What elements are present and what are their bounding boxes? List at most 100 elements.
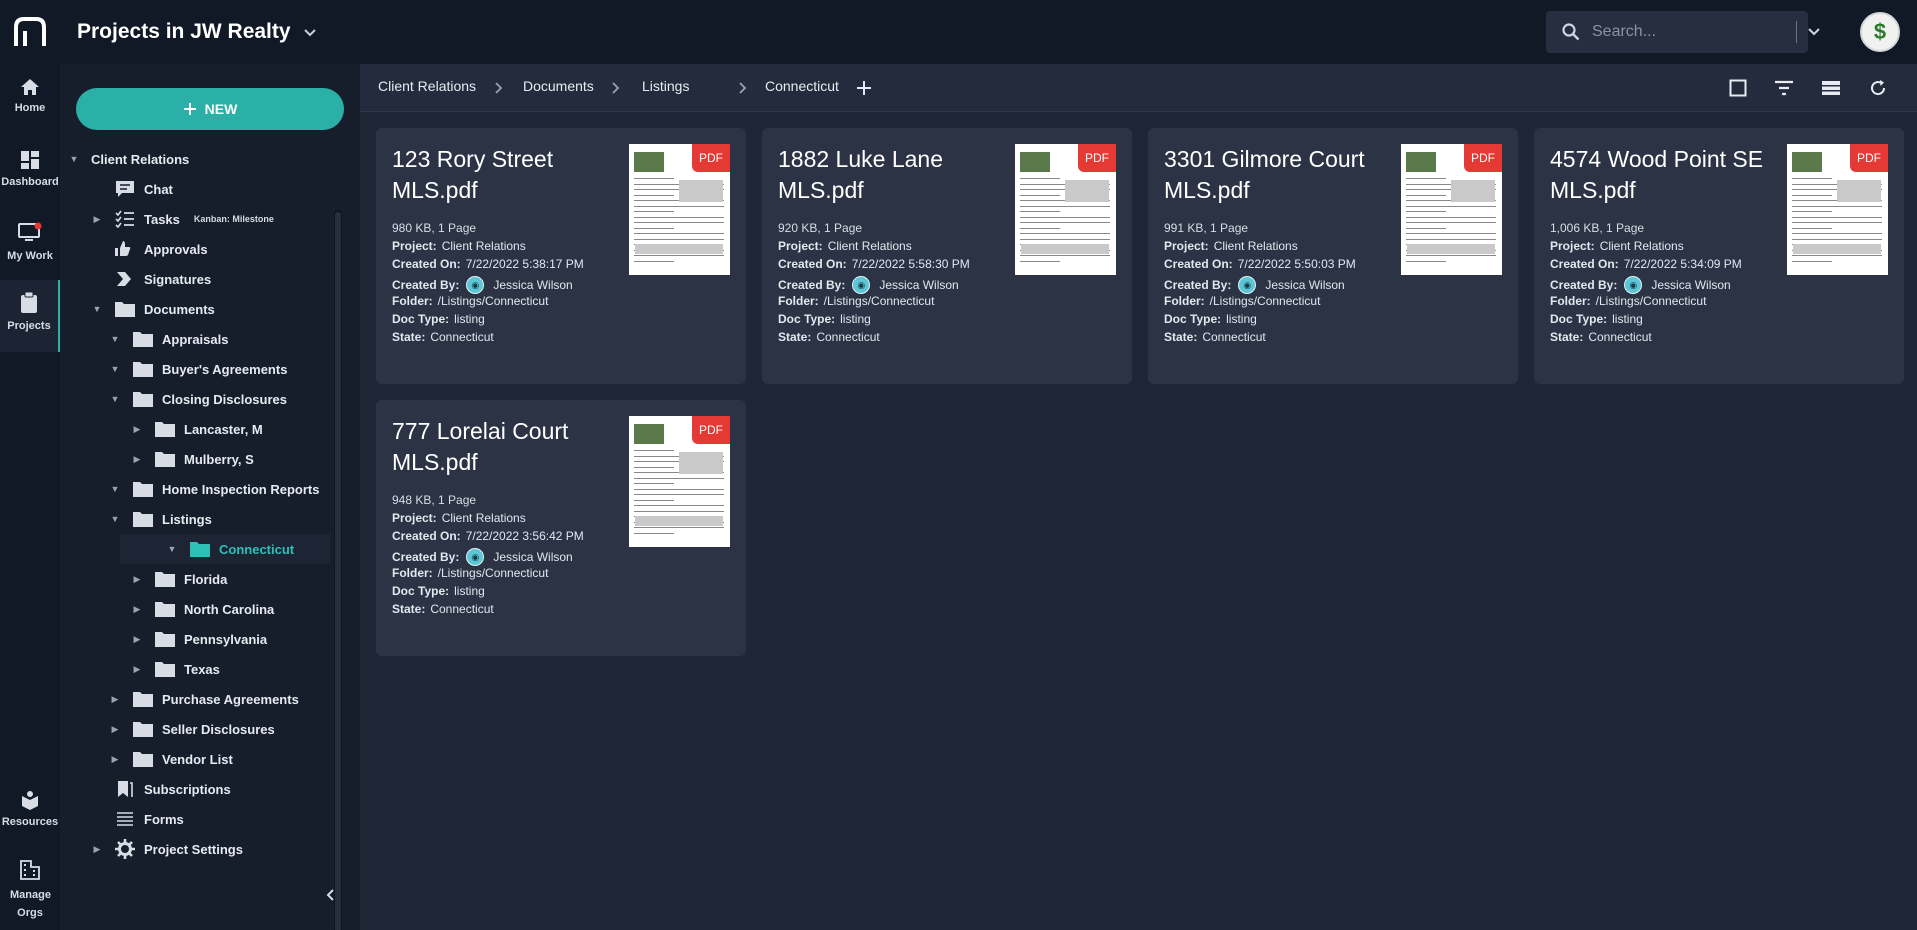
field-value[interactable]: /Listings/Connecticut xyxy=(1210,294,1321,308)
field-value[interactable]: /Listings/Connecticut xyxy=(1596,294,1707,308)
tree-item-project-settings[interactable]: ▶ Project Settings xyxy=(90,834,243,864)
expand-arrow-right-icon[interactable]: ▶ xyxy=(130,452,144,466)
tree-item-chat[interactable]: Chat xyxy=(90,174,173,204)
expand-arrow-right-icon[interactable]: ▶ xyxy=(108,752,122,766)
select-all-checkbox[interactable] xyxy=(1726,76,1750,100)
tree-item-subscriptions[interactable]: Subscriptions xyxy=(90,774,231,804)
tree-item-label: Purchase Agreements xyxy=(162,691,299,707)
expand-arrow-right-icon[interactable]: ▶ xyxy=(130,662,144,676)
field-project: Project: Client Relations xyxy=(1550,239,1684,253)
document-title[interactable]: 777 Lorelai Court MLS.pdf xyxy=(392,416,622,478)
expand-arrow-right-icon[interactable]: ▶ xyxy=(108,722,122,736)
tree-item-texas[interactable]: ▶ Texas xyxy=(130,654,220,684)
expand-arrow-right-icon[interactable]: ▶ xyxy=(130,632,144,646)
tree-item-label: Forms xyxy=(144,811,184,827)
expand-arrow-down-icon[interactable]: ▼ xyxy=(108,482,122,496)
tree-item-home-inspection-reports[interactable]: ▼ Home Inspection Reports xyxy=(108,474,319,504)
field-value[interactable]: /Listings/Connecticut xyxy=(438,566,549,580)
rail-resources[interactable]: Resources xyxy=(0,790,60,828)
tree-item-lancaster-m[interactable]: ▶ Lancaster, M xyxy=(130,414,263,444)
rail-dashboard[interactable]: Dashboard xyxy=(0,150,60,188)
document-card[interactable]: 4574 Wood Point SE MLS.pdf 1,006 KB, 1 Pa… xyxy=(1534,128,1904,384)
document-thumbnail[interactable]: PDF xyxy=(629,144,730,275)
field-label: State: xyxy=(392,330,426,344)
field-value[interactable]: /Listings/Connecticut xyxy=(824,294,935,308)
document-card[interactable]: 777 Lorelai Court MLS.pdf 948 KB, 1 Page P… xyxy=(376,400,746,656)
app-logo[interactable] xyxy=(0,0,60,64)
tree-item-pennsylvania[interactable]: ▶ Pennsylvania xyxy=(130,624,267,654)
document-thumbnail[interactable]: PDF xyxy=(1015,144,1116,275)
document-title[interactable]: 4574 Wood Point SE MLS.pdf xyxy=(1550,144,1780,206)
expand-arrow-down-icon[interactable]: ▼ xyxy=(108,512,122,526)
document-thumbnail[interactable]: PDF xyxy=(1401,144,1502,275)
expand-arrow-right-icon[interactable]: ▶ xyxy=(130,422,144,436)
rail-projects[interactable]: Projects xyxy=(0,280,60,352)
tree-item-seller-disclosures[interactable]: ▶ Seller Disclosures xyxy=(108,714,275,744)
home-icon xyxy=(21,79,39,95)
expand-arrow-right-icon[interactable]: ▶ xyxy=(130,602,144,616)
thumbnail-text-line xyxy=(1406,194,1446,196)
tree-item-label: North Carolina xyxy=(184,601,275,617)
tree-item-florida[interactable]: ▶ Florida xyxy=(130,564,227,594)
tree-item-closing-disclosures[interactable]: ▼ Closing Disclosures xyxy=(108,384,287,414)
expand-arrow-down-icon[interactable]: ▼ xyxy=(108,392,122,406)
expand-arrow-right-icon[interactable]: ▶ xyxy=(90,212,104,226)
tree-item-appraisals[interactable]: ▼ Appraisals xyxy=(108,324,228,354)
expand-arrow-right-icon[interactable]: ▶ xyxy=(130,572,144,586)
rail-label: Manage Orgs xyxy=(10,889,51,919)
breadcrumb-item[interactable]: Documents xyxy=(523,78,594,94)
document-card[interactable]: 1882 Luke Lane MLS.pdf 920 KB, 1 Page Proj… xyxy=(762,128,1132,384)
thumbnail-block xyxy=(679,452,723,474)
tree-item-approvals[interactable]: Approvals xyxy=(90,234,208,264)
tree-item-documents[interactable]: ▼ Documents xyxy=(90,294,215,324)
tree-item-connecticut[interactable]: ▼ Connecticut xyxy=(120,534,330,564)
field-value[interactable]: /Listings/Connecticut xyxy=(438,294,549,308)
expand-arrow-down-icon[interactable]: ▼ xyxy=(165,542,179,556)
expand-arrow-right-icon[interactable]: ▶ xyxy=(108,692,122,706)
breadcrumb-item[interactable]: Listings xyxy=(642,78,689,94)
breadcrumb-item-current[interactable]: Connecticut xyxy=(765,78,839,94)
expand-arrow-right-icon[interactable]: ▶ xyxy=(90,842,104,856)
document-title[interactable]: 1882 Luke Lane MLS.pdf xyxy=(778,144,1008,206)
document-title[interactable]: 3301 Gilmore Court MLS.pdf xyxy=(1164,144,1394,206)
tree-item-client-relations[interactable]: ▼ Client Relations xyxy=(67,144,190,174)
document-thumbnail[interactable]: PDF xyxy=(1787,144,1888,275)
tree-item-forms[interactable]: Forms xyxy=(90,804,184,834)
tree-item-listings[interactable]: ▼ Listings xyxy=(108,504,212,534)
search-options-chevron-icon[interactable] xyxy=(1806,22,1822,42)
refresh-button[interactable] xyxy=(1866,76,1890,100)
rail-manage-orgs[interactable]: Manage Orgs xyxy=(0,860,60,922)
tree-item-mulberry-s[interactable]: ▶ Mulberry, S xyxy=(130,444,254,474)
search-input[interactable] xyxy=(1592,23,1772,41)
document-card[interactable]: 3301 Gilmore Court MLS.pdf 991 KB, 1 Page… xyxy=(1148,128,1518,384)
tree-item-vendor-list[interactable]: ▶ Vendor List xyxy=(108,744,233,774)
tree-item-purchase-agreements[interactable]: ▶ Purchase Agreements xyxy=(108,684,299,714)
add-folder-button[interactable] xyxy=(852,76,876,100)
thumbnail-text-line xyxy=(1792,211,1832,212)
expand-arrow-down-icon[interactable]: ▼ xyxy=(108,362,122,376)
new-button[interactable]: NEW xyxy=(76,88,344,130)
document-card[interactable]: 123 Rory Street MLS.pdf 980 KB, 1 Page Pro… xyxy=(376,128,746,384)
search-box[interactable] xyxy=(1546,11,1808,53)
thumbnail-text-line xyxy=(634,194,674,196)
field-value: listing xyxy=(1226,312,1257,326)
expand-arrow-down-icon[interactable]: ▼ xyxy=(90,302,104,316)
tree-item-tasks[interactable]: ▶ Tasks Kanban: Milestone xyxy=(90,204,274,234)
chevron-down-icon[interactable] xyxy=(303,25,317,39)
field-label: Folder: xyxy=(1550,294,1591,308)
expand-arrow-down-icon[interactable]: ▼ xyxy=(108,332,122,346)
rail-home[interactable]: Home xyxy=(0,78,60,114)
rail-my-work[interactable]: My Work xyxy=(0,222,60,262)
collapse-sidebar-button[interactable] xyxy=(322,886,338,904)
breadcrumb-item[interactable]: Client Relations xyxy=(378,78,476,94)
tree-item-signatures[interactable]: Signatures xyxy=(90,264,211,294)
tree-scrollbar-thumb[interactable] xyxy=(335,212,341,930)
tree-item-buyer-s-agreements[interactable]: ▼ Buyer's Agreements xyxy=(108,354,287,384)
filter-button[interactable] xyxy=(1772,76,1796,100)
expand-arrow-down-icon[interactable]: ▼ xyxy=(67,152,81,166)
document-thumbnail[interactable]: PDF xyxy=(629,416,730,547)
view-toggle-button[interactable] xyxy=(1819,76,1843,100)
user-avatar[interactable]: $ xyxy=(1860,12,1900,52)
tree-item-north-carolina[interactable]: ▶ North Carolina xyxy=(130,594,274,624)
document-title[interactable]: 123 Rory Street MLS.pdf xyxy=(392,144,622,206)
